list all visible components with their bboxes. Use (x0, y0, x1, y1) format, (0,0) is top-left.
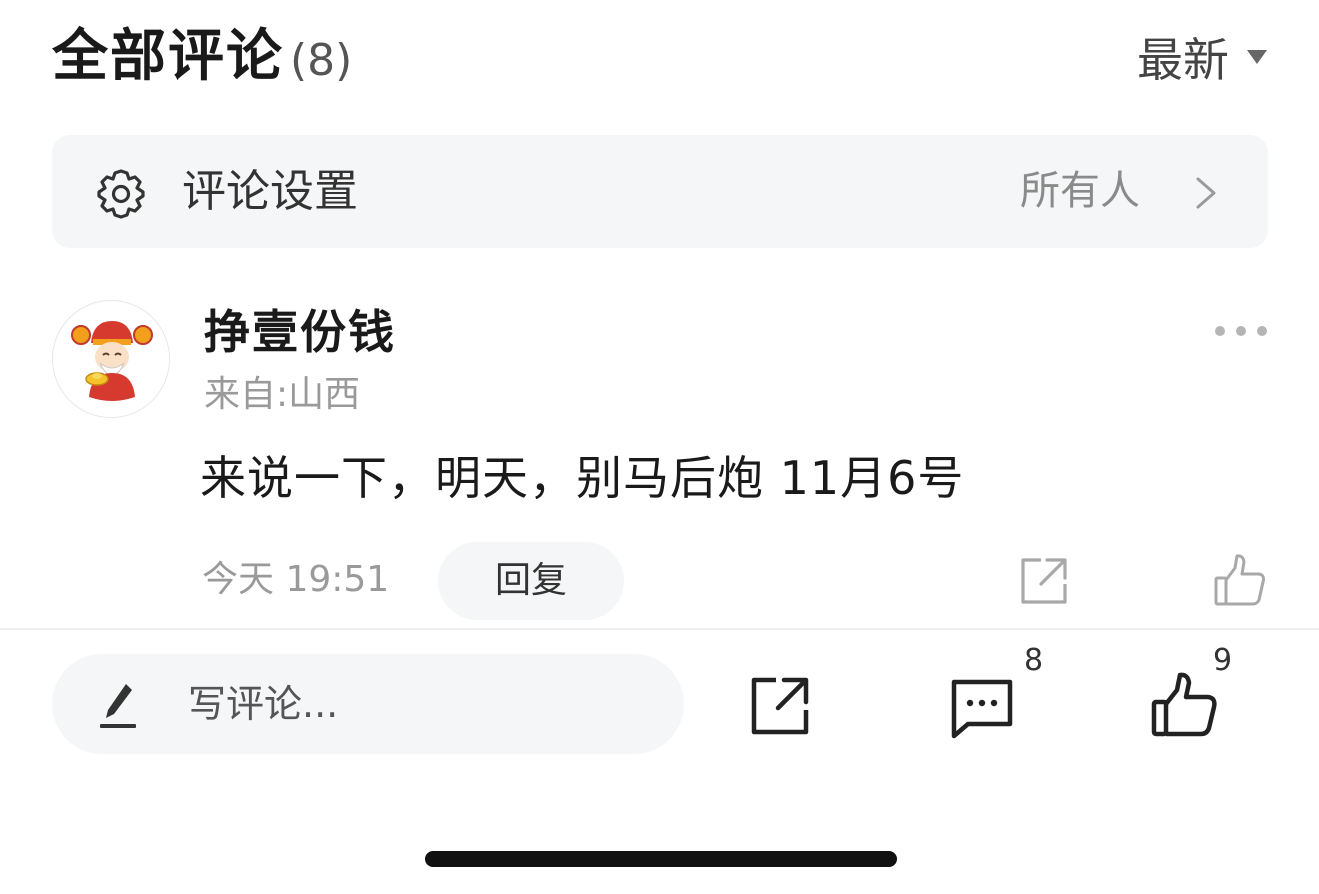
comment-bubble-icon[interactable] (948, 674, 1016, 740)
title-label: 全部评论 (52, 24, 284, 89)
bottom-action-bar: 写评论... 8 9 (0, 630, 1319, 770)
reply-button[interactable]: 回复 (438, 542, 624, 620)
like-count-badge: 9 (1213, 643, 1233, 678)
username[interactable]: 挣壹份钱 (204, 302, 396, 362)
comment-text: 来说一下，明天，别马后炮 11月6号 (200, 451, 965, 505)
comments-header: 全部评论 (8) 最新 (52, 22, 1267, 92)
comment-count-badge: 8 (1024, 643, 1044, 678)
write-comment-input[interactable]: 写评论... (52, 654, 684, 754)
page-title: 全部评论 (8) (52, 22, 352, 96)
avatar[interactable] (52, 300, 170, 418)
share-icon[interactable] (1017, 554, 1071, 608)
comment-count: (8) (290, 35, 353, 86)
chevron-right-icon (1196, 177, 1216, 209)
pencil-icon (100, 684, 136, 728)
comment-time: 今天 19:51 (202, 559, 390, 600)
sort-label: 最新 (1137, 33, 1229, 87)
home-indicator[interactable] (425, 851, 897, 867)
caret-down-icon (1247, 50, 1267, 64)
thumbs-up-icon[interactable] (1150, 670, 1220, 738)
more-options-icon[interactable] (1215, 320, 1267, 340)
settings-value: 所有人 (1020, 168, 1140, 214)
gear-icon (97, 169, 145, 219)
comment-origin: 来自:山西 (204, 374, 361, 415)
caishen-avatar-icon (53, 301, 169, 417)
thumbs-up-icon[interactable] (1213, 552, 1267, 608)
share-icon[interactable] (748, 674, 812, 738)
write-comment-placeholder: 写评论... (188, 682, 339, 726)
sort-dropdown[interactable]: 最新 (1137, 22, 1267, 92)
comment-settings-row[interactable]: 评论设置 所有人 (52, 135, 1268, 248)
settings-label: 评论设置 (182, 166, 358, 217)
comment-item: 挣壹份钱 来自:山西 来说一下，明天，别马后炮 11月6号 今天 19:51 回… (52, 300, 1267, 620)
